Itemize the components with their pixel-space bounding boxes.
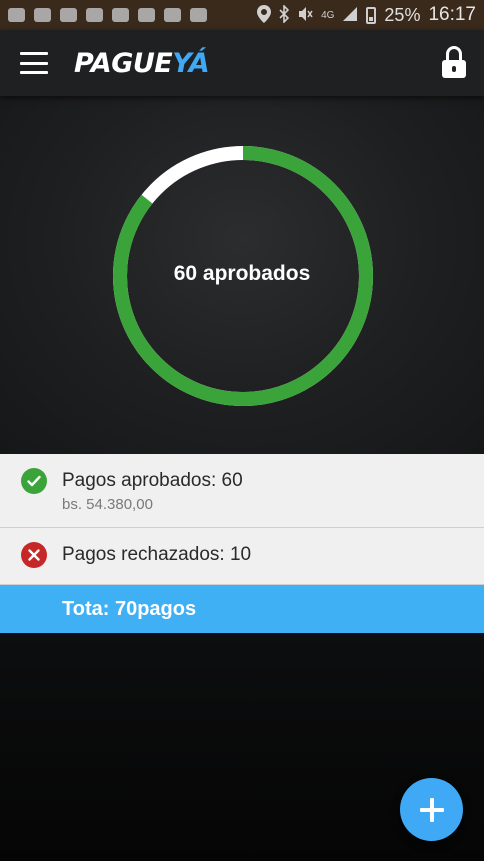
twitter-icon <box>164 8 181 22</box>
hamburger-menu-icon[interactable] <box>20 52 48 74</box>
notification-icons <box>8 8 207 22</box>
clock: 16:17 <box>428 4 476 25</box>
bluetooth-icon <box>279 3 290 26</box>
network-type-label: 4G <box>321 9 335 21</box>
video-icon <box>138 8 155 22</box>
rejected-payments-row[interactable]: Pagos rechazados: 10 <box>0 528 484 585</box>
x-circle-icon <box>21 542 47 568</box>
summary-panel: 60 aprobados <box>0 96 484 454</box>
location-icon <box>257 4 272 26</box>
logo-text-part2: YÁ <box>172 47 210 79</box>
approved-payments-amount: bs. 54.380,00 <box>62 496 153 513</box>
check-circle-icon <box>21 468 47 494</box>
mute-icon <box>297 6 313 25</box>
total-payments-bar: Tota: 70pagos <box>0 585 484 633</box>
status-bar: 4G 25% 16:17 <box>0 0 484 30</box>
approved-payments-title: Pagos aprobados: 60 <box>62 470 243 491</box>
rejected-payments-title: Pagos rechazados: 10 <box>62 544 252 565</box>
wifi-calling-icon <box>112 8 129 22</box>
image-icon <box>86 8 103 22</box>
app-bar: PAGUEYÁ <box>0 30 484 96</box>
lock-icon[interactable] <box>442 46 466 80</box>
payments-list: Pagos aprobados: 60 bs. 54.380,00 Pagos … <box>0 454 484 633</box>
message-icon <box>8 8 25 22</box>
signal-icon <box>342 6 358 25</box>
gallery-icon <box>60 8 77 22</box>
donut-center-label: 60 aprobados <box>173 262 311 285</box>
battery-percent: 25% <box>384 4 421 25</box>
photo-icon <box>190 8 207 22</box>
battery-icon <box>366 6 377 24</box>
approved-payments-row[interactable]: Pagos aprobados: 60 bs. 54.380,00 <box>0 454 484 528</box>
plus-icon <box>419 797 444 822</box>
gmail-icon <box>34 8 51 22</box>
system-status: 4G 25% 16:17 <box>257 3 476 26</box>
logo-text-part1: PAGUE <box>74 47 173 79</box>
add-payment-button[interactable] <box>400 778 463 841</box>
app-logo: PAGUEYÁ <box>74 47 210 79</box>
